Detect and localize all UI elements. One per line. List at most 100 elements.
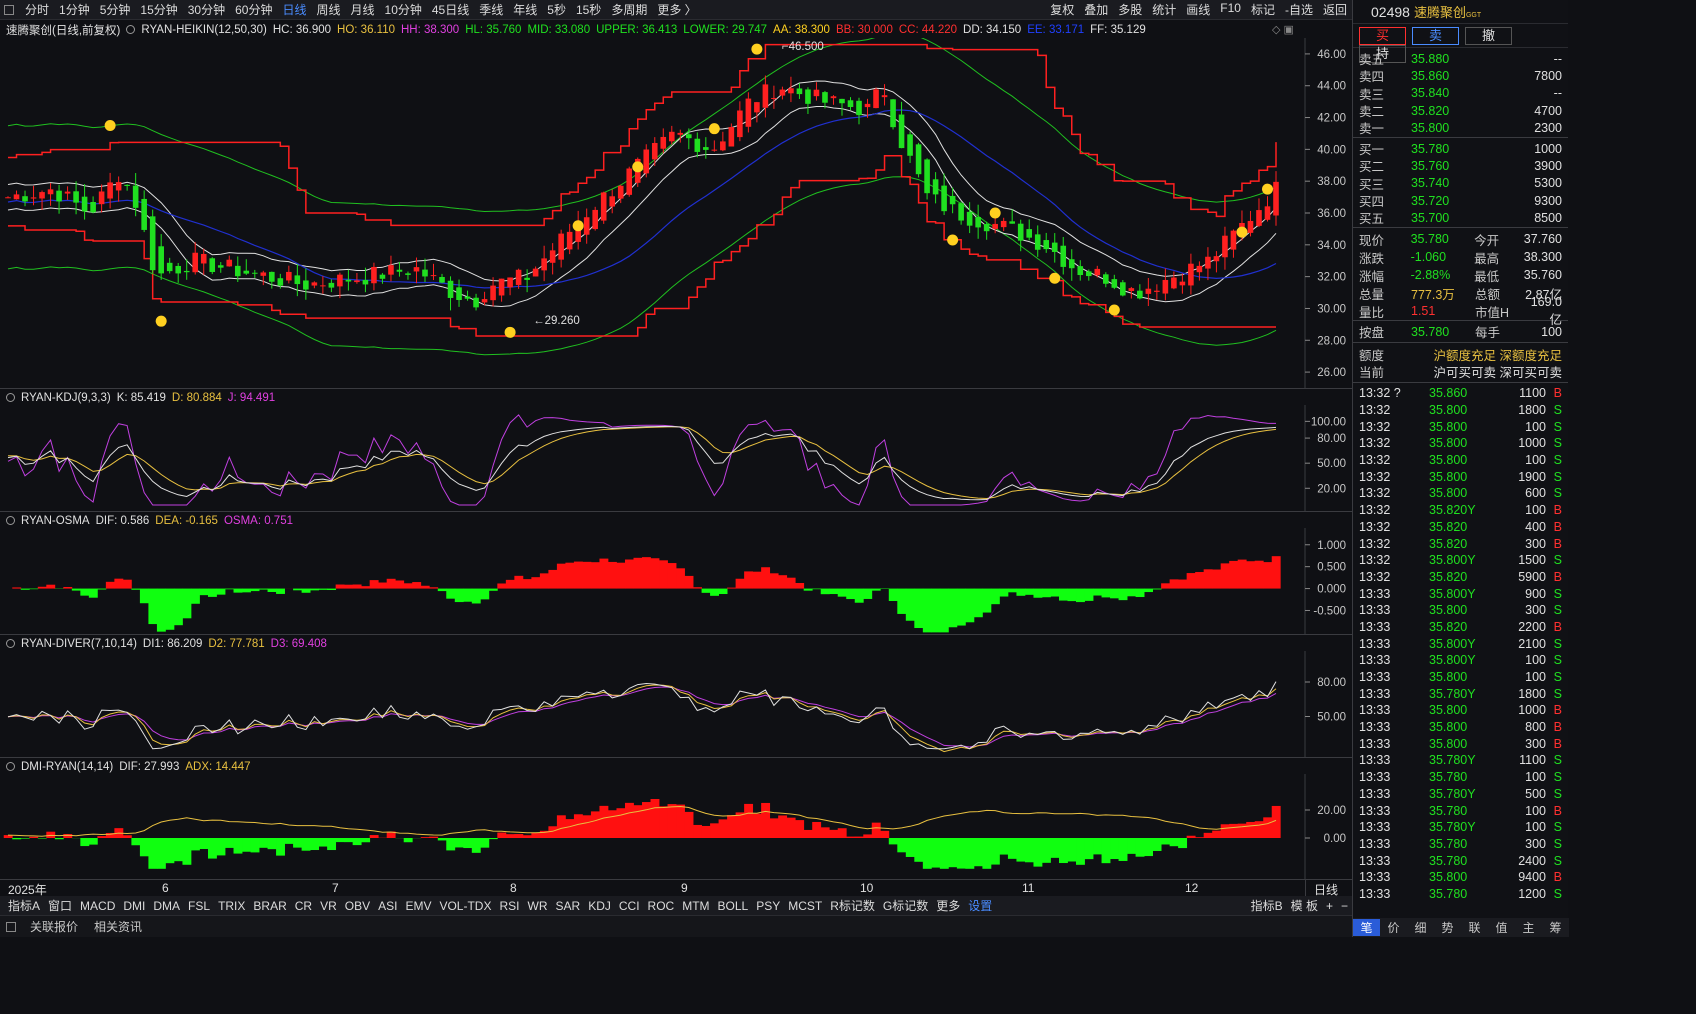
period-tab[interactable]: 多周期 xyxy=(606,1,652,18)
indicator-tab[interactable]: BRAR xyxy=(249,899,290,913)
period-tab[interactable]: 分时 xyxy=(20,1,54,18)
period-tab[interactable]: 5分钟 xyxy=(95,1,136,18)
indicator-tab[interactable]: PSY xyxy=(752,899,784,913)
indicator-right-button[interactable]: + xyxy=(1322,899,1337,913)
indicator-tab[interactable]: CR xyxy=(291,899,316,913)
book-row[interactable]: 买四 35.720 9300 xyxy=(1353,192,1568,210)
indicator-tab[interactable]: MCST xyxy=(784,899,826,913)
quote-tab[interactable]: 筹 xyxy=(1542,919,1569,936)
trade-button[interactable]: 卖 xyxy=(1412,27,1459,45)
toolbar-button[interactable]: -自选 xyxy=(1280,1,1318,18)
indicator-tab[interactable]: EMV xyxy=(401,899,435,913)
book-row[interactable]: 卖二 35.820 4700 xyxy=(1353,102,1568,120)
book-row[interactable]: 卖三 35.840 -- xyxy=(1353,85,1568,102)
indicator-tab[interactable]: BOLL xyxy=(714,899,753,913)
period-tab[interactable]: 30分钟 xyxy=(183,1,230,18)
indicator-tab[interactable]: 更多 xyxy=(932,897,964,914)
trade-button[interactable]: 撤 xyxy=(1465,27,1512,45)
indicator-tab[interactable]: G标记数 xyxy=(879,897,932,914)
indicator-tab[interactable]: FSL xyxy=(184,899,214,913)
quote-tab[interactable]: 细 xyxy=(1407,919,1434,936)
tick-volume: 1800 xyxy=(1518,403,1546,418)
indicator-tab[interactable]: SAR xyxy=(552,899,585,913)
quote-tab[interactable]: 价 xyxy=(1380,919,1407,936)
histogram-bar xyxy=(624,559,634,589)
book-row[interactable]: 买二 35.760 3900 xyxy=(1353,157,1568,175)
bottom-square-icon[interactable] xyxy=(6,921,16,932)
book-row[interactable]: 卖四 35.860 7800 xyxy=(1353,67,1568,85)
indicator-tab[interactable]: ASI xyxy=(374,899,401,913)
toolbar-button[interactable]: 叠加 xyxy=(1079,1,1113,18)
histogram-bar xyxy=(1016,588,1026,596)
indicator-tab[interactable]: KDJ xyxy=(584,899,615,913)
toolbar-button[interactable]: 多股 xyxy=(1113,1,1147,18)
toolbar-button[interactable]: 统计 xyxy=(1147,1,1181,18)
chart-settings-icon[interactable]: ◇ ▣ xyxy=(1272,23,1294,36)
indicator-toggle-icon[interactable] xyxy=(126,25,136,34)
indicator-right-button[interactable]: 模 板 xyxy=(1287,897,1322,914)
period-tab[interactable]: 15分钟 xyxy=(135,1,182,18)
indicator-tab[interactable]: 窗口 xyxy=(44,897,76,914)
quote-tab[interactable]: 值 xyxy=(1488,919,1515,936)
histogram-bar xyxy=(412,582,422,589)
sz-status: 深可买可卖 xyxy=(1499,366,1562,381)
kdj-chart[interactable]: 100.00 80.00 50.00 20.00 xyxy=(0,405,1352,511)
quote-tab[interactable]: 笔 xyxy=(1353,919,1380,936)
toolbar-button[interactable]: 标记 xyxy=(1246,1,1280,18)
indicator-tab[interactable]: WR xyxy=(524,899,552,913)
diver-toggle-icon[interactable] xyxy=(6,639,15,648)
period-tab[interactable]: 周线 xyxy=(311,1,345,18)
indicator-tab[interactable]: CCI xyxy=(615,899,644,913)
indicator-tab[interactable]: OBV xyxy=(341,899,374,913)
period-tab[interactable]: 10分钟 xyxy=(380,1,427,18)
quote-tab[interactable]: 联 xyxy=(1461,919,1488,936)
period-tab[interactable]: 更多 〉 xyxy=(652,1,701,18)
tick-list[interactable]: 13:32 ? 35.860 1100 B 13:32 35.800 1800 S 13:32 3… xyxy=(1353,383,1568,901)
quote-tab[interactable]: 主 xyxy=(1515,919,1542,936)
indicator-tab[interactable]: 设置 xyxy=(964,897,996,914)
osma-toggle-icon[interactable] xyxy=(6,516,15,525)
main-candlestick-chart[interactable]: 46.00 44.00 42.00 40.00 38.00 36.00 34.00 32.00… xyxy=(0,38,1352,388)
toolbar-button[interactable]: 复权 xyxy=(1045,1,1079,18)
kdj-toggle-icon[interactable] xyxy=(6,393,15,402)
period-tab[interactable]: 15秒 xyxy=(571,1,606,18)
indicator-tab[interactable]: RSI xyxy=(495,899,523,913)
book-row[interactable]: 买一 35.780 1000 xyxy=(1353,140,1568,158)
dmi-chart[interactable]: 20.00 0.00 xyxy=(0,774,1352,879)
book-row[interactable]: 买三 35.740 5300 xyxy=(1353,175,1568,192)
indicator-tab[interactable]: MACD xyxy=(76,899,119,913)
period-tab[interactable]: 1分钟 xyxy=(54,1,95,18)
menu-icon[interactable] xyxy=(4,4,14,15)
period-tab[interactable]: 日线 xyxy=(277,1,311,18)
period-tab[interactable]: 60分钟 xyxy=(230,1,277,18)
indicator-right-button[interactable]: 指标B xyxy=(1247,897,1287,914)
indicator-tab[interactable]: VOL-TDX xyxy=(435,899,495,913)
period-tab[interactable]: 季线 xyxy=(474,1,508,18)
period-tab[interactable]: 年线 xyxy=(508,1,542,18)
indicator-tab[interactable]: DMI xyxy=(119,899,149,913)
bottom-tab[interactable]: 关联报价 xyxy=(22,918,86,935)
period-tab[interactable]: 月线 xyxy=(346,1,380,18)
dmi-toggle-icon[interactable] xyxy=(6,762,15,771)
indicator-tab[interactable]: 指标A xyxy=(4,897,44,914)
period-tab[interactable]: 5秒 xyxy=(542,1,571,18)
book-row[interactable]: 卖一 35.800 2300 xyxy=(1353,119,1568,137)
indicator-tab[interactable]: MTM xyxy=(678,899,713,913)
indicator-right-button[interactable]: − xyxy=(1337,899,1352,913)
indicator-tab[interactable]: DMA xyxy=(149,899,184,913)
trade-button[interactable]: 买 xyxy=(1359,27,1406,45)
indicator-tab[interactable]: R标记数 xyxy=(826,897,879,914)
quote-tab[interactable]: 势 xyxy=(1434,919,1461,936)
indicator-tab[interactable]: VR xyxy=(316,899,341,913)
toolbar-button[interactable]: 返回 xyxy=(1318,1,1352,18)
toolbar-button[interactable]: 画线 xyxy=(1181,1,1215,18)
book-row[interactable]: 买五 35.700 8500 xyxy=(1353,209,1568,227)
diver-chart[interactable]: 80.00 50.00 xyxy=(0,651,1352,757)
toolbar-button[interactable]: F10 xyxy=(1215,1,1246,18)
indicator-tab[interactable]: TRIX xyxy=(214,899,249,913)
book-row[interactable]: 卖五 35.880 -- xyxy=(1353,50,1568,68)
bottom-tab[interactable]: 相关资讯 xyxy=(86,918,150,935)
period-tab[interactable]: 45日线 xyxy=(427,1,474,18)
indicator-tab[interactable]: ROC xyxy=(644,899,679,913)
osma-chart[interactable]: 1.000 0.500 0.000 -0.500 xyxy=(0,528,1352,634)
